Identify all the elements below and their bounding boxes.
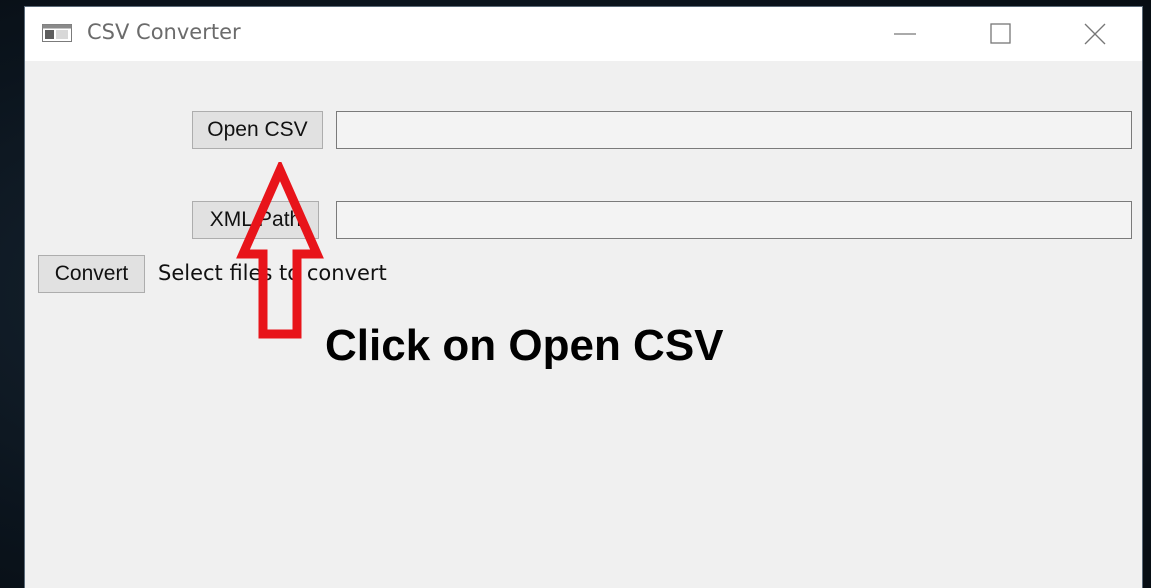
instruction-caption: Click on Open CSV bbox=[325, 321, 724, 370]
title-bar[interactable]: CSV Converter bbox=[25, 7, 1142, 61]
csv-converter-window: CSV Converter Open CSV XML Path Convert … bbox=[25, 7, 1142, 588]
minimize-icon bbox=[894, 33, 916, 35]
xml-path-field[interactable] bbox=[336, 201, 1132, 239]
convert-button[interactable]: Convert bbox=[38, 255, 145, 293]
open-csv-button[interactable]: Open CSV bbox=[192, 111, 323, 149]
close-icon bbox=[1084, 23, 1106, 45]
app-window-icon bbox=[42, 24, 72, 42]
up-arrow-icon bbox=[236, 162, 324, 339]
maximize-button[interactable] bbox=[953, 7, 1049, 61]
minimize-button[interactable] bbox=[857, 7, 953, 61]
window-title: CSV Converter bbox=[87, 20, 241, 44]
maximize-icon bbox=[990, 23, 1011, 44]
csv-path-field[interactable] bbox=[336, 111, 1132, 149]
close-button[interactable] bbox=[1047, 7, 1143, 61]
